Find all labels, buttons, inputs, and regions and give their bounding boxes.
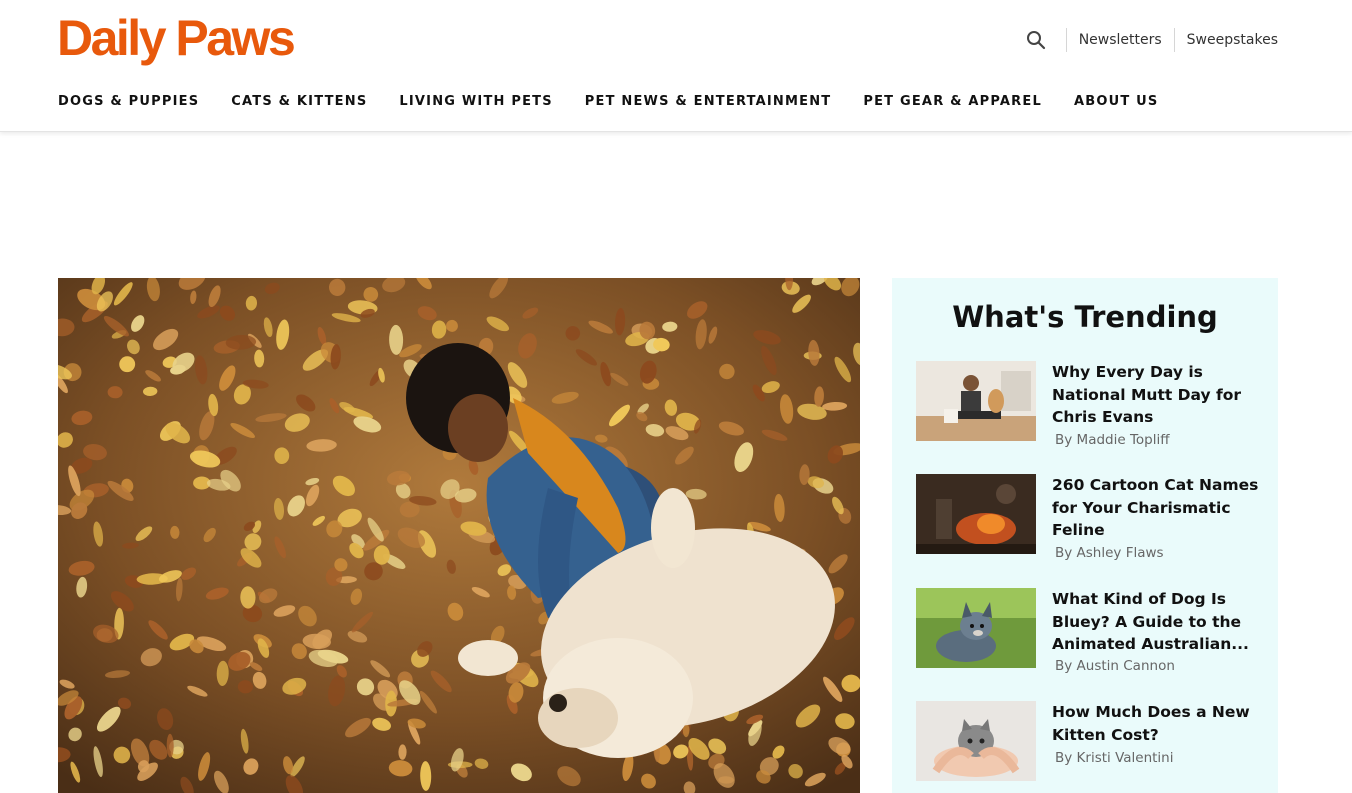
trending-item-title[interactable]: Why Every Day is National Mutt Day for C… bbox=[1052, 361, 1262, 429]
trending-heading: What's Trending bbox=[952, 300, 1218, 334]
search-icon bbox=[1026, 31, 1045, 50]
trending-thumbnail[interactable] bbox=[916, 361, 1036, 441]
nav-about-us[interactable]: ABOUT US bbox=[1074, 94, 1159, 109]
thumb-man-with-dog bbox=[916, 361, 1036, 441]
hero-photo-woman-with-dog bbox=[58, 278, 860, 793]
trending-item[interactable]: Why Every Day is National Mutt Day for C… bbox=[916, 361, 1266, 461]
nav-dogs-puppies[interactable]: DOGS & PUPPIES bbox=[58, 94, 199, 109]
trending-panel: What's Trending Why Every Day is Nationa… bbox=[892, 278, 1278, 793]
main-nav: DOGS & PUPPIES CATS & KITTENS LIVING WIT… bbox=[58, 94, 1158, 109]
nav-cats-kittens[interactable]: CATS & KITTENS bbox=[231, 94, 367, 109]
sweepstakes-link[interactable]: Sweepstakes bbox=[1187, 32, 1278, 48]
nav-pet-news-entertainment[interactable]: PET NEWS & ENTERTAINMENT bbox=[585, 94, 832, 109]
thumb-heeler-puppy bbox=[916, 588, 1036, 668]
utility-nav: Newsletters Sweepstakes bbox=[1018, 27, 1278, 53]
trending-thumbnail[interactable] bbox=[916, 588, 1036, 668]
leaf bbox=[373, 545, 390, 565]
site-logo[interactable]: Daily Paws bbox=[57, 8, 296, 68]
search-button[interactable] bbox=[1018, 27, 1054, 53]
newsletters-link[interactable]: Newsletters bbox=[1079, 32, 1162, 48]
trending-item-byline: By Ashley Flaws bbox=[1055, 545, 1164, 561]
utility-divider bbox=[1065, 28, 1067, 52]
hero-image[interactable] bbox=[58, 278, 860, 793]
trending-item-title[interactable]: What Kind of Dog Is Bluey? A Guide to th… bbox=[1052, 588, 1262, 656]
trending-item[interactable]: What Kind of Dog Is Bluey? A Guide to th… bbox=[916, 588, 1266, 688]
trending-item-byline: By Kristi Valentini bbox=[1055, 750, 1174, 766]
thumb-cartoon-cat bbox=[916, 474, 1036, 554]
nav-pet-gear-apparel[interactable]: PET GEAR & APPAREL bbox=[863, 94, 1042, 109]
nav-living-with-pets[interactable]: LIVING WITH PETS bbox=[399, 94, 552, 109]
trending-item-title[interactable]: 260 Cartoon Cat Names for Your Charismat… bbox=[1052, 474, 1262, 542]
utility-divider bbox=[1173, 28, 1175, 52]
trending-item[interactable]: How Much Does a New Kitten Cost? By Kris… bbox=[916, 701, 1266, 793]
thumb-kitten-in-hands bbox=[916, 701, 1036, 781]
trending-thumbnail[interactable] bbox=[916, 701, 1036, 781]
trending-thumbnail[interactable] bbox=[916, 474, 1036, 554]
trending-item-byline: By Maddie Topliff bbox=[1055, 432, 1170, 448]
site-header: Daily Paws Newsletters Sweepstakes DOGS … bbox=[0, 0, 1352, 132]
trending-item[interactable]: 260 Cartoon Cat Names for Your Charismat… bbox=[916, 474, 1266, 574]
trending-item-title[interactable]: How Much Does a New Kitten Cost? bbox=[1052, 701, 1262, 746]
trending-item-byline: By Austin Cannon bbox=[1055, 658, 1175, 674]
